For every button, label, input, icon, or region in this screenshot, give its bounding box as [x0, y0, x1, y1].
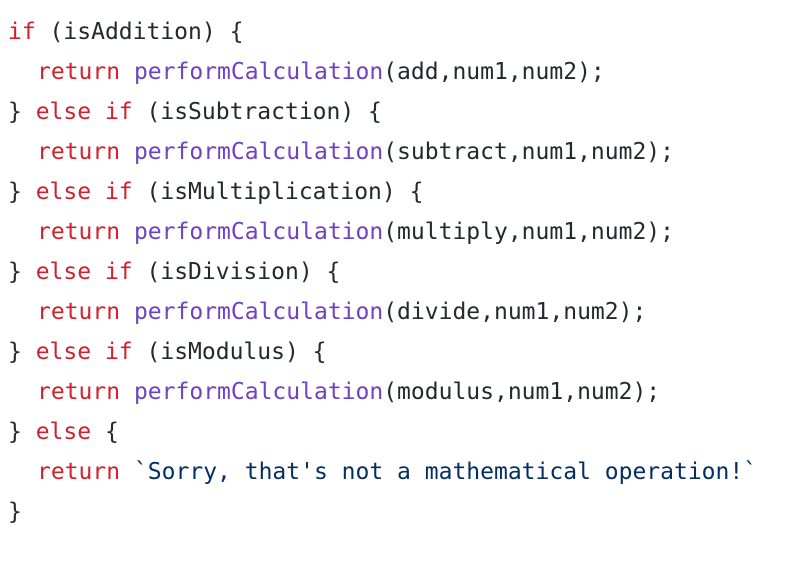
keyword-token: return	[37, 379, 121, 405]
text-token: (modulus,num1,num2);	[383, 379, 661, 405]
keyword-token: else	[35, 419, 92, 445]
text-token: (subtract,num1,num2);	[383, 139, 674, 165]
code-block: if (isAddition) {return performCalculati…	[0, 12, 800, 532]
code-line: return performCalculation(subtract,num1,…	[0, 132, 800, 172]
text-token: (isSubtraction) {	[132, 99, 382, 125]
function-token: performCalculation	[133, 379, 384, 405]
keyword-token: if	[104, 179, 133, 205]
text-token: }	[8, 179, 36, 205]
keyword-token: else	[35, 339, 92, 365]
code-line: }	[0, 492, 800, 532]
code-line: } else if (isDivision) {	[0, 252, 800, 292]
text-token: }	[8, 419, 36, 445]
text-token: }	[8, 259, 36, 285]
keyword-token: if	[104, 339, 133, 365]
code-line: } else if (isMultiplication) {	[0, 172, 800, 212]
keyword-token: return	[37, 139, 121, 165]
keyword-token: return	[37, 299, 121, 325]
keyword-token: if	[104, 259, 133, 285]
keyword-token: return	[37, 459, 121, 485]
string-token: `Sorry, that's not a mathematical operat…	[133, 459, 758, 485]
code-line: } else if (isSubtraction) {	[0, 92, 800, 132]
text-token: (add,num1,num2);	[383, 59, 605, 85]
text-token: (isAddition) {	[35, 19, 244, 45]
text-token: }	[8, 99, 36, 125]
text-token: }	[8, 339, 36, 365]
keyword-token: else	[35, 259, 92, 285]
function-token: performCalculation	[133, 299, 384, 325]
code-line: return performCalculation(add,num1,num2)…	[0, 52, 800, 92]
keyword-token: if	[104, 99, 133, 125]
text-token: (isModulus) {	[132, 339, 327, 365]
text-token: (isMultiplication) {	[132, 179, 424, 205]
keyword-token: return	[37, 219, 121, 245]
function-token: performCalculation	[133, 219, 384, 245]
code-line: return `Sorry, that's not a mathematical…	[0, 452, 800, 492]
text-token: }	[8, 499, 22, 525]
code-line: return performCalculation(divide,num1,nu…	[0, 292, 800, 332]
text-token: (isDivision) {	[132, 259, 341, 285]
code-line: if (isAddition) {	[0, 12, 800, 52]
code-line: return performCalculation(multiply,num1,…	[0, 212, 800, 252]
code-line: } else {	[0, 412, 800, 452]
text-token: (multiply,num1,num2);	[383, 219, 674, 245]
text-token: (divide,num1,num2);	[383, 299, 647, 325]
keyword-token: return	[37, 59, 121, 85]
function-token: performCalculation	[133, 59, 384, 85]
keyword-token: else	[35, 179, 92, 205]
keyword-token: else	[35, 99, 92, 125]
text-token: {	[91, 419, 119, 445]
keyword-token: if	[8, 19, 36, 45]
code-line: return performCalculation(modulus,num1,n…	[0, 372, 800, 412]
function-token: performCalculation	[133, 139, 384, 165]
code-line: } else if (isModulus) {	[0, 332, 800, 372]
